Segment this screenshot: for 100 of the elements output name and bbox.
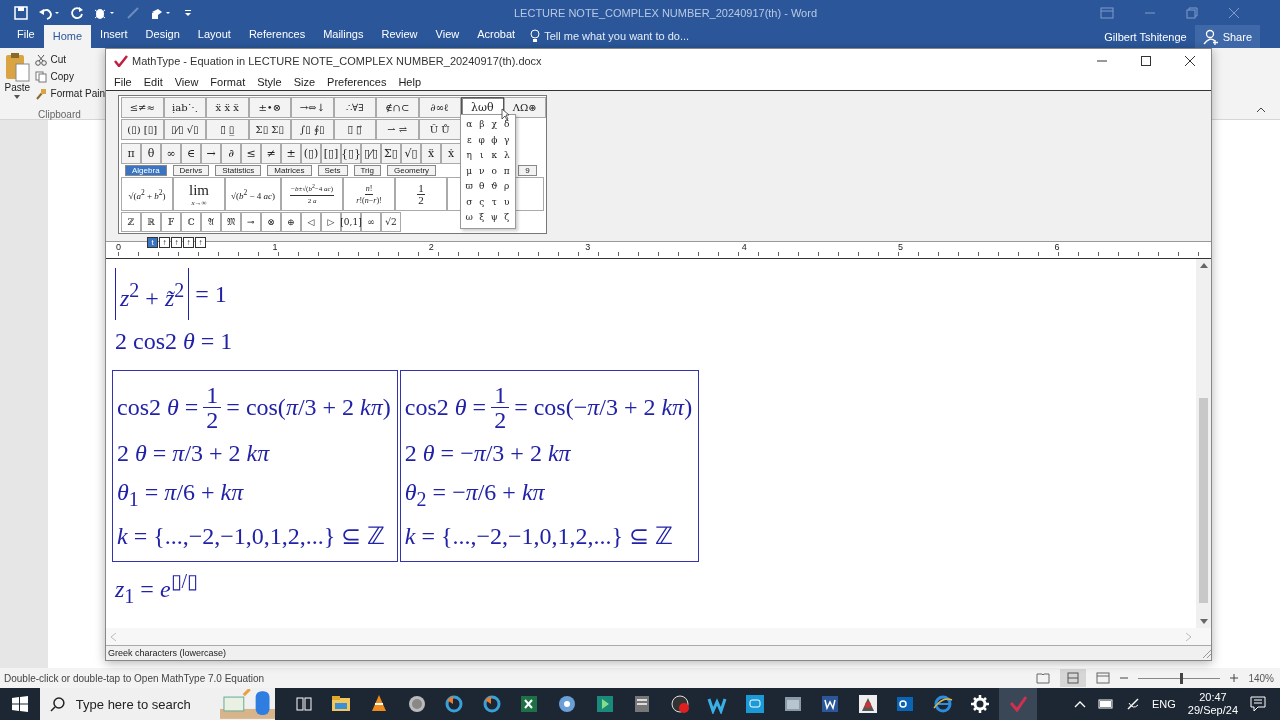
clock-time[interactable]: 20:47 xyxy=(1199,691,1227,704)
size-button[interactable]: t xyxy=(147,237,158,248)
zoom-slider-thumb[interactable] xyxy=(1180,672,1184,684)
template-button[interactable]: n! r!(n−r)! xyxy=(343,177,395,211)
lightbulb-icon[interactable] xyxy=(530,29,541,43)
palette-tab[interactable]: Trig xyxy=(353,165,381,176)
spreadsheet-icon[interactable] xyxy=(519,694,540,714)
greek-letter[interactable]: ξ xyxy=(475,210,488,226)
greek-letter[interactable]: α xyxy=(463,117,476,133)
palette-button[interactable]: ∉∩⊂ xyxy=(376,97,419,118)
greek-letter[interactable]: σ xyxy=(463,194,476,210)
symbol-button[interactable]: {▯} xyxy=(341,143,361,164)
symbol-button[interactable]: ▯⁄▯ xyxy=(361,143,381,164)
clipboard-icon[interactable] xyxy=(4,52,31,82)
ribbon-tab[interactable]: Review xyxy=(372,25,427,48)
palette-button[interactable]: ⇀ ⇌ xyxy=(376,119,419,140)
mail-icon[interactable] xyxy=(895,694,916,714)
symbol-button[interactable]: ℤ xyxy=(121,212,141,232)
zoom-in-icon[interactable] xyxy=(1230,674,1239,682)
sync-icon[interactable] xyxy=(444,694,465,714)
chat-icon[interactable] xyxy=(744,694,765,714)
symbol-button[interactable]: 𝔽 xyxy=(161,212,181,232)
palette-button[interactable]: ịab⋱ xyxy=(163,97,206,118)
greek-letter[interactable]: ς xyxy=(475,194,488,210)
caret-icon[interactable] xyxy=(14,95,21,99)
read-mode-icon[interactable] xyxy=(1036,672,1051,684)
greek-letter[interactable]: ϑ xyxy=(488,179,501,195)
symbol-button[interactable]: [0,1] xyxy=(341,212,361,232)
ribbon-tab[interactable]: References xyxy=(239,25,315,48)
greek-letter[interactable]: ω xyxy=(463,210,476,226)
menu-item[interactable]: Format xyxy=(204,75,252,88)
symbol-button[interactable]: → xyxy=(201,143,221,164)
palette-tab[interactable]: Statistics xyxy=(215,165,262,176)
size-button[interactable]: ↑ xyxy=(183,237,194,248)
word-processor-icon[interactable] xyxy=(820,694,841,714)
copy-icon[interactable] xyxy=(34,70,47,83)
greek-letter[interactable]: π xyxy=(500,163,513,179)
menu-item[interactable]: Edit xyxy=(137,75,169,88)
palette-tab[interactable]: Sets xyxy=(317,165,348,176)
clock-date[interactable]: 29/Sep/24 xyxy=(1187,704,1238,717)
template-button[interactable]: 1 2 xyxy=(395,177,447,211)
palette-button[interactable]: ▯̅ ▯⃗ xyxy=(333,119,376,140)
palette-button[interactable]: Ū Ů xyxy=(418,119,461,140)
menu-item[interactable]: Size xyxy=(287,75,322,88)
symbol-button[interactable]: 𝔄 xyxy=(201,212,221,232)
symbol-button[interactable]: ẋ xyxy=(441,143,461,164)
symbol-button[interactable]: ℂ xyxy=(181,212,201,232)
symbol-button[interactable]: ⊕ xyxy=(281,212,301,232)
greek-letter[interactable]: χ xyxy=(488,117,501,133)
palette-button[interactable]: (▯) [▯] xyxy=(121,119,164,140)
symbol-button[interactable]: ∞ xyxy=(161,143,181,164)
collapse-ribbon-icon[interactable] xyxy=(1256,107,1266,113)
symbol-button[interactable]: ∈ xyxy=(181,143,201,164)
brush-icon[interactable] xyxy=(34,87,47,100)
symbol-button[interactable]: √▯ xyxy=(401,143,421,164)
gear-icon[interactable] xyxy=(970,694,991,714)
traffic-cone-icon[interactable] xyxy=(369,694,389,714)
search-field[interactable]: Type here to search xyxy=(40,688,275,720)
symbol-button[interactable]: ◁ xyxy=(301,212,321,232)
greek-letter[interactable]: ν xyxy=(475,163,488,179)
greek-letter[interactable]: υ xyxy=(500,194,513,210)
symbol-button[interactable]: ⊸ xyxy=(241,212,261,232)
language-indicator[interactable]: ENG xyxy=(1152,698,1176,710)
symbol-button[interactable]: ∂ xyxy=(221,143,241,164)
symbol-button[interactable]: ⊗ xyxy=(261,212,281,232)
scroll-up-icon[interactable] xyxy=(1199,263,1208,268)
symbol-button[interactable]: ∞ xyxy=(361,212,381,232)
symbol-button[interactable]: √2 xyxy=(381,212,401,232)
redo-icon[interactable] xyxy=(70,5,84,20)
greek-letter[interactable]: τ xyxy=(488,194,501,210)
greek-letter[interactable]: μ xyxy=(463,163,476,179)
round-letter-icon[interactable] xyxy=(556,694,577,714)
media-icon[interactable] xyxy=(594,694,615,714)
symbol-button[interactable]: ≠ xyxy=(261,143,281,164)
template-button[interactable]: √(a$^{2}$ + b$^{2}$) xyxy=(121,177,173,211)
recorder-icon[interactable] xyxy=(669,694,690,714)
close-icon[interactable] xyxy=(1185,56,1195,66)
circle-letter-icon[interactable] xyxy=(406,694,427,714)
menu-item[interactable]: Help xyxy=(392,75,427,88)
palette-button[interactable]: ▯⁄▯ √▯ xyxy=(163,119,206,140)
palette-button[interactable]: ≤≠≈ xyxy=(121,97,164,118)
size-button[interactable]: ↑ xyxy=(171,237,182,248)
size-button[interactable]: ↑ xyxy=(159,237,170,248)
ribbon-tab[interactable]: Mailings xyxy=(314,25,373,48)
print-layout-button[interactable] xyxy=(1060,669,1087,687)
ribbon-command[interactable]: Format Pain xyxy=(50,88,105,99)
folder-icon[interactable] xyxy=(782,694,803,714)
palette-button[interactable]: ∂∞ℓ xyxy=(418,97,461,118)
scrollbar-thumb[interactable] xyxy=(1199,398,1208,603)
sync-icon[interactable] xyxy=(481,694,502,714)
resize-grip-icon[interactable] xyxy=(1201,648,1211,658)
save-icon[interactable] xyxy=(14,5,28,20)
palette-tab[interactable]: Algebra xyxy=(125,165,167,176)
pen-tray-icon[interactable] xyxy=(1126,697,1140,711)
greek-letter[interactable]: γ xyxy=(500,132,513,148)
symbol-button[interactable]: π xyxy=(121,143,141,164)
palette-tab[interactable]: Geometry xyxy=(387,165,437,176)
zoom-level[interactable]: 140% xyxy=(1248,672,1274,684)
symbol-button[interactable]: ± xyxy=(281,143,301,164)
ribbon-tab[interactable]: Acrobat xyxy=(468,25,525,48)
